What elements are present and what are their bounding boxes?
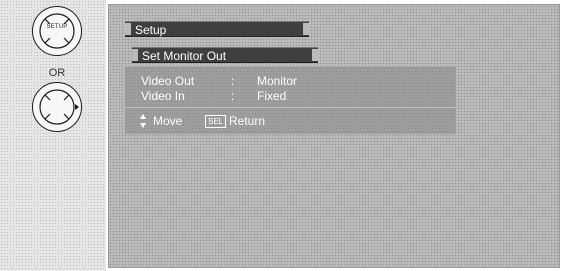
remote-illustration: SETUP OR — [0, 0, 106, 271]
bar-left-cap — [125, 23, 131, 35]
right-arrow-icon — [75, 104, 79, 110]
bar-right-cap — [312, 49, 318, 61]
direction-pad-icon — [39, 89, 79, 125]
sel-key-icon: SEL — [205, 115, 227, 128]
bar-left-cap — [132, 49, 138, 61]
submenu-bar[interactable]: Set Monitor Out — [132, 47, 318, 63]
tv-screen: Setup Set Monitor Out Video Out : Monito… — [108, 4, 560, 268]
move-label: Move — [153, 114, 183, 128]
panel-divider — [125, 107, 456, 108]
video-out-label: Video Out — [141, 74, 195, 88]
bar-right-cap — [303, 23, 309, 35]
setup-menu-bar: Setup — [125, 21, 309, 37]
up-down-arrows-icon — [140, 114, 146, 128]
video-out-value: Monitor — [257, 74, 298, 88]
menu-title: Setup — [135, 23, 167, 37]
row-separator: : — [231, 89, 235, 103]
or-label: OR — [48, 67, 66, 79]
video-in-value: Fixed — [257, 89, 287, 103]
settings-panel: Video Out : Monitor Video In : Fixed Mov… — [125, 67, 456, 134]
submenu-title: Set Monitor Out — [142, 49, 227, 63]
dial-ring-icon — [39, 13, 75, 49]
setup-button[interactable]: SETUP — [32, 6, 82, 56]
direction-pad[interactable] — [32, 82, 82, 132]
return-label: Return — [229, 114, 266, 128]
video-in-label: Video In — [141, 89, 185, 103]
row-separator: : — [231, 74, 235, 88]
